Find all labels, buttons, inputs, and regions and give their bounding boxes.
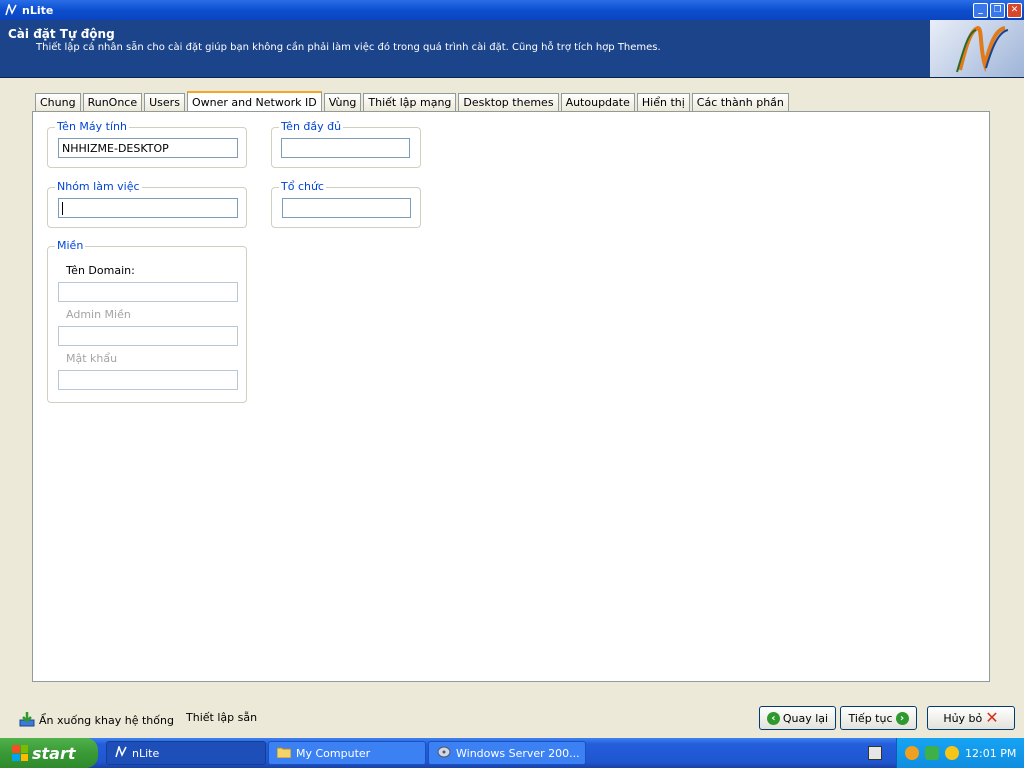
taskbar-item-nlite[interactable]: nLite bbox=[106, 741, 266, 765]
header-banner: Cài đặt Tự động Thiết lập cá nhân sẵn ch… bbox=[0, 20, 1024, 78]
tab-runonce[interactable]: RunOnce bbox=[82, 93, 143, 111]
taskbar-item-windows-server[interactable]: Windows Server 200... bbox=[428, 741, 586, 765]
start-button[interactable]: start bbox=[0, 738, 98, 768]
system-tray: 12:01 PM bbox=[896, 738, 1024, 768]
domain-admin-label: Admin Miền bbox=[66, 308, 131, 321]
tab-owner-and-network-id[interactable]: Owner and Network ID bbox=[186, 91, 322, 112]
workgroup-legend: Nhóm làm việc bbox=[55, 180, 142, 193]
text-caret bbox=[62, 201, 63, 215]
domain-password-label: Mật khẩu bbox=[66, 352, 118, 365]
full-name-input[interactable] bbox=[281, 138, 410, 158]
organization-legend: Tổ chức bbox=[279, 180, 326, 193]
computer-name-legend: Tên Máy tính bbox=[55, 120, 129, 133]
tray-search-icon[interactable] bbox=[945, 746, 959, 760]
taskbar-item-my-computer[interactable]: My Computer bbox=[268, 741, 426, 765]
tab-strip: Chung RunOnce Users Owner and Network ID… bbox=[35, 90, 791, 112]
organization-input[interactable] bbox=[282, 198, 411, 218]
full-name-group: Tên đầy đủ bbox=[271, 120, 421, 168]
presets-label: Thiết lập sẵn bbox=[186, 711, 258, 724]
clock[interactable]: 12:01 PM bbox=[965, 747, 1016, 760]
tab-network-settings[interactable]: Thiết lập mạng bbox=[363, 93, 457, 111]
keyboard-icon[interactable] bbox=[868, 746, 882, 760]
cancel-x-icon: ✕ bbox=[985, 708, 999, 727]
workgroup-group: Nhóm làm việc bbox=[47, 180, 247, 228]
page-title: Cài đặt Tự động bbox=[8, 27, 115, 41]
tray-download-icon bbox=[19, 711, 35, 730]
restore-button[interactable]: ❐ bbox=[990, 3, 1005, 18]
minimize-button[interactable]: _ bbox=[973, 3, 988, 18]
computer-name-input[interactable] bbox=[58, 138, 238, 158]
windows-flag-icon bbox=[12, 745, 28, 761]
domain-name-input[interactable] bbox=[58, 282, 238, 302]
tab-components[interactable]: Các thành phần bbox=[691, 93, 789, 111]
back-button[interactable]: ‹ Quay lại bbox=[759, 706, 836, 730]
taskbar-item-label: nLite bbox=[132, 746, 160, 760]
tab-vung[interactable]: Vùng bbox=[323, 93, 362, 111]
arrow-right-icon: › bbox=[895, 711, 909, 725]
taskbar-item-label: My Computer bbox=[296, 746, 371, 760]
organization-group: Tổ chức bbox=[271, 180, 421, 228]
back-button-label: Quay lại bbox=[782, 711, 829, 725]
cancel-button[interactable]: Hủy bỏ ✕ bbox=[927, 706, 1015, 730]
tab-chung[interactable]: Chung bbox=[35, 93, 81, 111]
tab-display[interactable]: Hiển thị bbox=[636, 93, 690, 111]
arrow-left-icon: ‹ bbox=[766, 711, 780, 725]
minimize-to-tray-label: Ẩn xuống khay hệ thống bbox=[39, 714, 174, 727]
nlite-logo bbox=[930, 20, 1024, 77]
full-name-legend: Tên đầy đủ bbox=[279, 120, 344, 133]
cancel-button-label: Hủy bỏ bbox=[943, 711, 983, 725]
domain-name-label: Tên Domain: bbox=[66, 264, 135, 277]
taskbar: start nLite My Computer Windows Server 2… bbox=[0, 738, 1024, 768]
computer-name-group: Tên Máy tính bbox=[47, 120, 247, 168]
next-button-label: Tiếp tục bbox=[848, 711, 893, 725]
tab-autoupdate[interactable]: Autoupdate bbox=[560, 93, 635, 111]
folder-icon bbox=[276, 746, 292, 761]
presets-link[interactable]: Thiết lập sẵn bbox=[186, 711, 257, 724]
minimize-to-tray-link[interactable]: Ẩn xuống khay hệ thống bbox=[19, 711, 174, 730]
domain-legend: Miền bbox=[55, 239, 86, 252]
domain-group: Miền Tên Domain: Admin Miền Mật khẩu bbox=[47, 239, 247, 403]
tab-users[interactable]: Users bbox=[144, 93, 185, 111]
window-title-bar[interactable]: nLite _ ❐ ✕ bbox=[0, 0, 1024, 20]
next-button[interactable]: Tiếp tục › bbox=[840, 706, 917, 730]
taskbar-item-label: Windows Server 200... bbox=[456, 746, 580, 760]
cd-drive-icon bbox=[437, 746, 451, 761]
nlite-task-icon bbox=[115, 744, 127, 761]
start-label: start bbox=[32, 743, 76, 763]
tray-network-icon[interactable] bbox=[925, 746, 939, 760]
tab-panel: Tên Máy tính Tên đầy đủ Nhóm làm việc Tổ… bbox=[32, 111, 990, 682]
domain-password-input[interactable] bbox=[58, 370, 238, 390]
tab-desktop-themes[interactable]: Desktop themes bbox=[458, 93, 559, 111]
nlite-app-icon bbox=[4, 3, 18, 17]
tray-speaker-icon[interactable] bbox=[905, 746, 919, 760]
close-button[interactable]: ✕ bbox=[1007, 3, 1022, 18]
workgroup-input[interactable] bbox=[58, 198, 238, 218]
window-title: nLite bbox=[22, 3, 54, 17]
page-description: Thiết lập cá nhân sẵn cho cài đặt giúp b… bbox=[36, 42, 661, 53]
domain-admin-input[interactable] bbox=[58, 326, 238, 346]
